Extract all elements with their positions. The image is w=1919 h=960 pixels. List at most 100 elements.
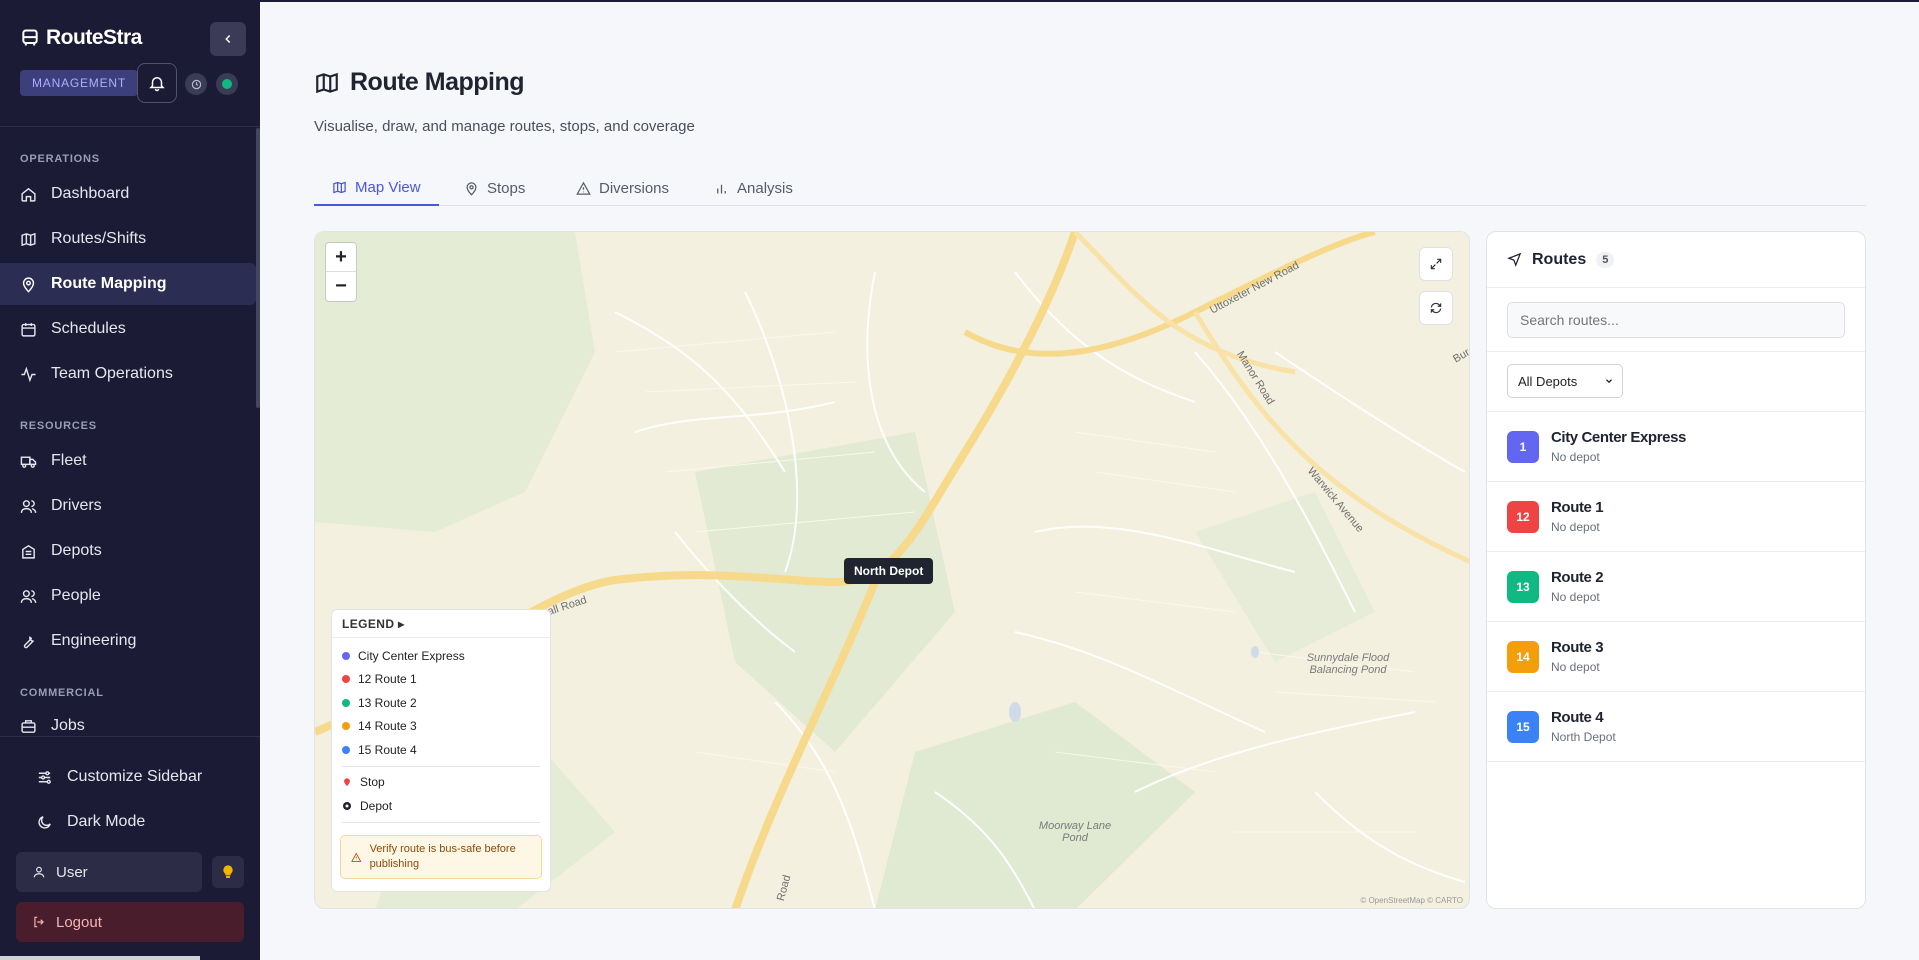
nav-routes-shifts[interactable]: Routes/Shifts	[0, 218, 256, 260]
nav-fleet[interactable]: Fleet	[0, 440, 256, 482]
user-menu-button[interactable]: User	[16, 852, 202, 892]
refresh-icon	[1430, 302, 1442, 314]
legend-item: City Center Express	[332, 644, 550, 668]
tips-button[interactable]	[212, 856, 244, 888]
page-title: Route Mapping	[314, 68, 525, 97]
route-name: City Center Express	[1551, 429, 1686, 446]
main-content: Route Mapping Visualise, draw, and manag…	[260, 0, 1919, 960]
nav-people[interactable]: People	[0, 575, 256, 617]
nav-label: Fleet	[51, 452, 87, 469]
zoom-controls: + −	[325, 242, 357, 302]
navigation-icon	[1507, 252, 1522, 267]
nav-label: Engineering	[51, 632, 137, 649]
customize-label: Customize Sidebar	[67, 768, 203, 785]
zoom-in-button[interactable]: +	[326, 243, 356, 272]
route-depot: North Depot	[1551, 730, 1616, 744]
tab-label: Map View	[355, 178, 421, 196]
legend-toggle[interactable]: LEGEND ▸	[332, 610, 550, 638]
nav-dashboard[interactable]: Dashboard	[0, 173, 256, 215]
route-item[interactable]: 1 City Center Express No depot	[1487, 412, 1865, 482]
zoom-out-button[interactable]: −	[326, 272, 356, 301]
section-commercial: COMMERCIAL	[20, 687, 104, 699]
map-attribution[interactable]: © OpenStreetMap © CARTO	[1360, 896, 1463, 905]
bottom-scroll-indicator	[0, 956, 200, 960]
dark-mode-toggle[interactable]: Dark Mode	[0, 801, 256, 843]
nav-depots[interactable]: Depots	[0, 530, 256, 572]
legend-depot: Depot	[332, 794, 550, 818]
chevron-down-icon	[1606, 379, 1612, 384]
bus-safe-warning: Verify route is bus-safe before publishi…	[340, 835, 542, 879]
route-badge: 12	[1507, 500, 1539, 533]
nav-route-mapping[interactable]: Route Mapping	[0, 263, 256, 305]
route-item[interactable]: 13 Route 2 No depot	[1487, 552, 1865, 622]
nav-label: Dashboard	[51, 185, 130, 202]
legend-item: 14 Route 3	[332, 715, 550, 739]
calendar-icon	[21, 322, 36, 337]
sliders-icon	[38, 770, 51, 784]
tab-diversions[interactable]: Diversions	[576, 170, 669, 206]
legend-item: 13 Route 2	[332, 691, 550, 715]
page-title-text: Route Mapping	[350, 68, 525, 96]
notifications-button[interactable]	[137, 63, 177, 103]
route-depot: No depot	[1551, 660, 1600, 674]
clock-icon	[191, 79, 201, 89]
map-pin-icon	[22, 276, 35, 293]
collapse-sidebar-button[interactable]	[210, 22, 246, 56]
legend-stop: Stop	[332, 771, 550, 795]
map-icon	[333, 181, 346, 193]
map-pin-icon	[466, 181, 477, 196]
activity-icon	[21, 366, 36, 382]
map-icon	[21, 232, 36, 246]
nav-label: People	[51, 587, 101, 604]
clock-status[interactable]	[185, 73, 207, 95]
warning-icon	[351, 852, 362, 862]
route-item[interactable]: 12 Route 1 No depot	[1487, 482, 1865, 552]
route-badge: 1	[1507, 430, 1539, 463]
nav-label: Drivers	[51, 497, 102, 514]
depot-marker-tooltip[interactable]: North Depot	[844, 558, 934, 584]
routes-panel: Routes 5 All Depots 1 City Center Expres…	[1486, 231, 1866, 909]
tab-bar: Map View Stops Diversions Analysis	[314, 170, 1866, 206]
search-routes-input[interactable]	[1507, 302, 1845, 338]
online-status[interactable]	[216, 73, 238, 95]
building-icon	[22, 544, 35, 559]
bar-chart-icon	[717, 184, 726, 193]
nav-label: Depots	[51, 542, 102, 559]
bell-icon	[149, 77, 165, 92]
tab-label: Stops	[487, 179, 526, 197]
route-item[interactable]: 14 Route 3 No depot	[1487, 622, 1865, 692]
customize-sidebar-button[interactable]: Customize Sidebar	[0, 756, 256, 798]
section-resources: RESOURCES	[20, 420, 97, 432]
nav-label: Jobs	[51, 717, 85, 734]
depot-filter-select[interactable]: All Depots	[1507, 364, 1623, 398]
section-operations: OPERATIONS	[20, 153, 100, 165]
nav-jobs[interactable]: Jobs	[0, 707, 256, 745]
routes-count: 5	[1596, 251, 1615, 268]
logout-label: Logout	[56, 913, 102, 931]
nav-label: Routes/Shifts	[51, 230, 147, 247]
tab-map-view[interactable]: Map View	[314, 170, 439, 206]
nav-team-operations[interactable]: Team Operations	[0, 353, 256, 395]
route-map[interactable]: + − Uttoxeter New Road Manor Road Warwic…	[314, 231, 1470, 909]
bus-icon	[22, 29, 38, 46]
refresh-map-button[interactable]	[1419, 291, 1453, 325]
fullscreen-button[interactable]	[1419, 247, 1453, 281]
tab-label: Analysis	[737, 179, 793, 197]
role-badge: MANAGEMENT	[20, 70, 139, 96]
sidebar: RouteStra MANAGEMENT OPERATIONS Dashboar…	[0, 0, 260, 960]
routes-title: Routes	[1532, 250, 1587, 268]
route-badge: 14	[1507, 640, 1539, 673]
nav-drivers[interactable]: Drivers	[0, 485, 256, 527]
tab-stops[interactable]: Stops	[464, 170, 525, 206]
tab-analysis[interactable]: Analysis	[714, 170, 793, 206]
route-name: Route 2	[1551, 569, 1604, 586]
legend-item: 12 Route 1	[332, 668, 550, 692]
routes-panel-header: Routes 5	[1487, 232, 1865, 288]
users-icon	[20, 589, 37, 603]
brand[interactable]: RouteStra	[20, 26, 142, 50]
nav-schedules[interactable]: Schedules	[0, 308, 256, 350]
nav-engineering[interactable]: Engineering	[0, 620, 256, 662]
route-item[interactable]: 15 Route 4 North Depot	[1487, 692, 1865, 762]
route-badge: 13	[1507, 570, 1539, 603]
logout-button[interactable]: Logout	[16, 902, 244, 942]
